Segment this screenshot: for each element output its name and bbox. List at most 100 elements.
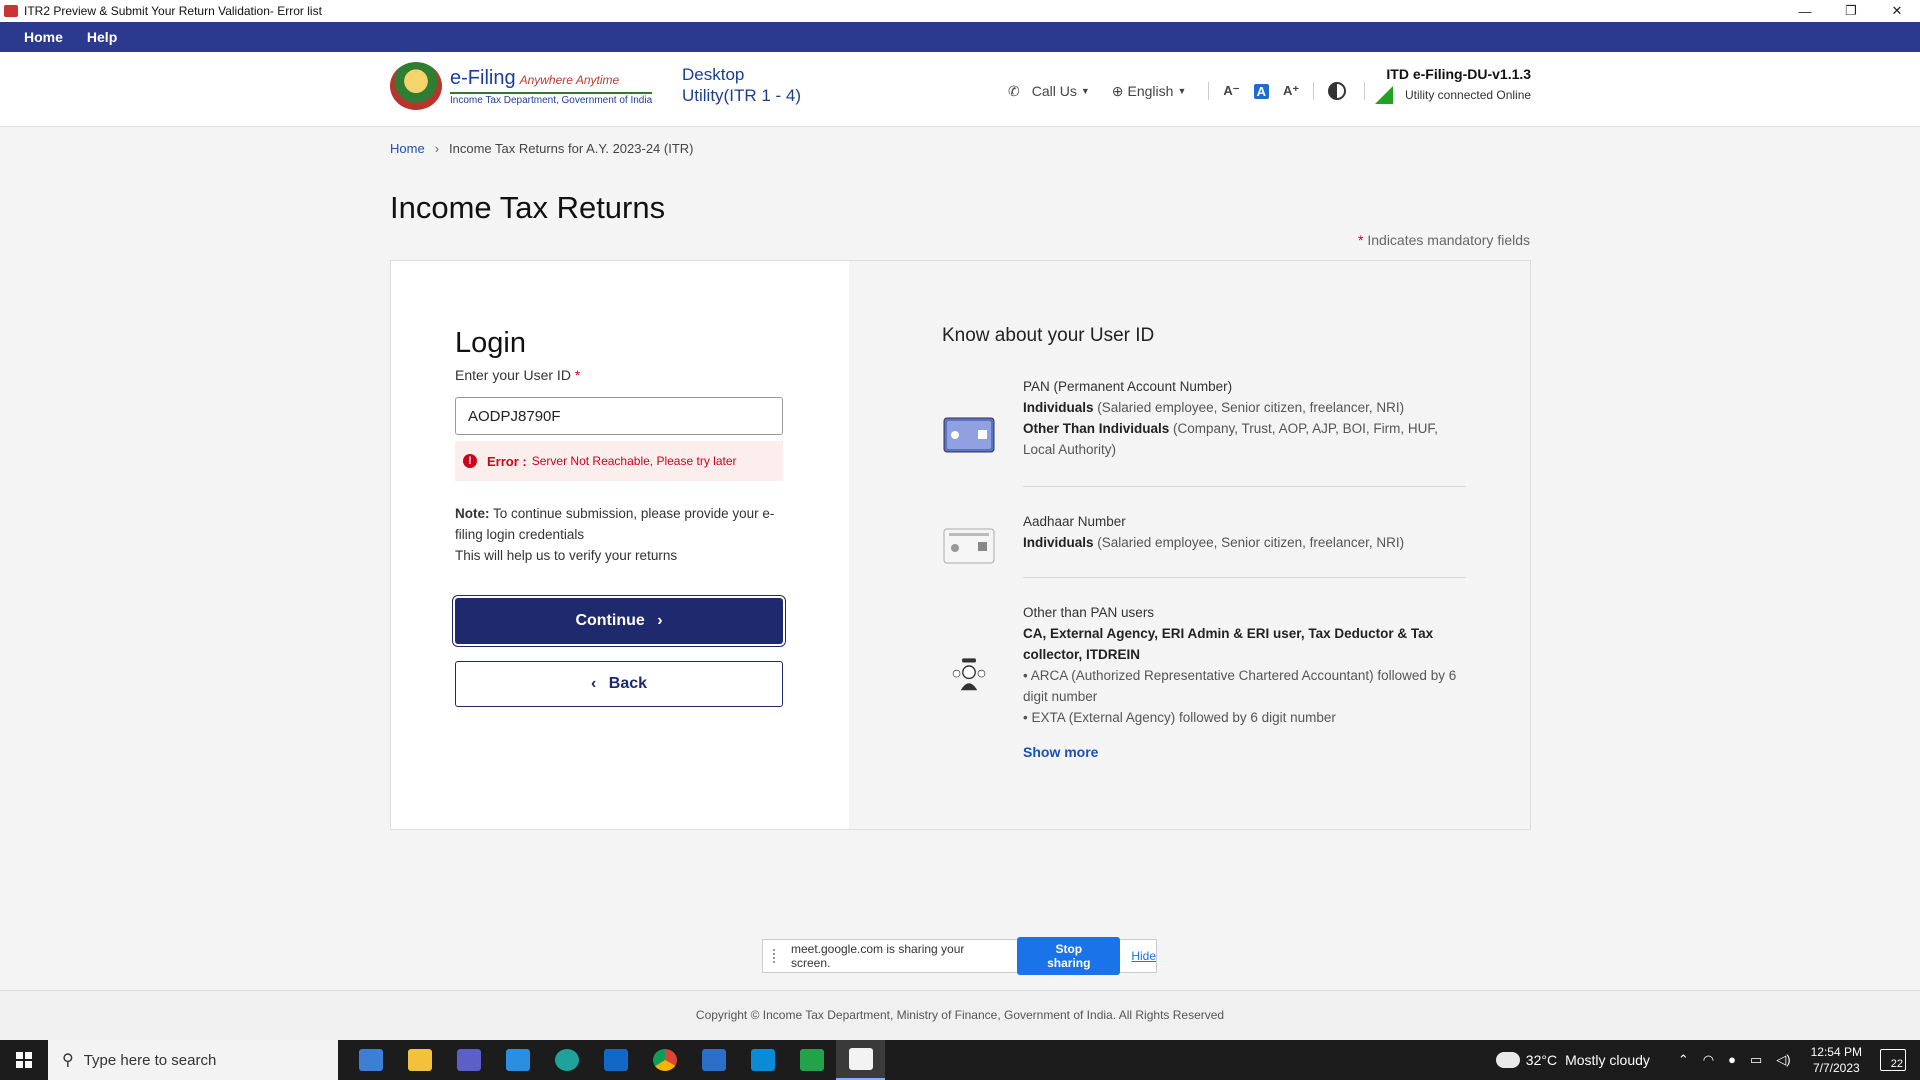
divider <box>1313 82 1315 100</box>
logo-subtitle: Income Tax Department, Government of Ind… <box>450 91 653 106</box>
start-button[interactable] <box>0 1040 48 1080</box>
weather-widget[interactable]: 32°C Mostly cloudy <box>1495 1052 1650 1068</box>
hide-link[interactable]: Hide <box>1131 949 1156 963</box>
stop-sharing-button[interactable]: Stop sharing <box>1017 937 1121 975</box>
login-panel: Login Enter your User ID * ! Error : Ser… <box>391 261 849 829</box>
font-normal-button[interactable]: A <box>1253 83 1269 99</box>
divider <box>1023 577 1466 578</box>
menu-help[interactable]: Help <box>87 29 117 45</box>
chevron-right-icon: › <box>434 141 440 156</box>
chevron-left-icon: ‹ <box>590 675 597 692</box>
login-card: Login Enter your User ID * ! Error : Ser… <box>390 260 1531 830</box>
site-header: e-Filing Anywhere Anytime Income Tax Depa… <box>0 52 1920 127</box>
notification-count: 22 <box>1890 1058 1903 1070</box>
chrome-icon[interactable] <box>640 1040 689 1080</box>
microphone-icon[interactable]: ● <box>1728 1052 1736 1068</box>
pan-line2-bold: Other Than Individuals <box>1023 421 1170 436</box>
other-line1-bold: CA, External Agency, ERI Admin & ERI use… <box>1023 626 1434 662</box>
media-app-icon[interactable] <box>787 1040 836 1080</box>
pan-info: PAN (Permanent Account Number) Individua… <box>1023 376 1463 460</box>
wifi-icon[interactable]: ◠ <box>1703 1052 1714 1068</box>
skype-icon[interactable] <box>738 1040 787 1080</box>
other-title: Other than PAN users <box>1023 605 1155 620</box>
taskbar-clock[interactable]: 12:54 PM 7/7/2023 <box>1811 1044 1862 1076</box>
breadcrumb: Home › Income Tax Returns for A.Y. 2023-… <box>390 141 694 156</box>
login-heading: Login <box>455 327 526 359</box>
contrast-toggle-icon[interactable] <box>1328 82 1347 100</box>
share-message: meet.google.com is sharing your screen. <box>790 942 965 970</box>
app-icon <box>4 5 18 17</box>
taskbar-search[interactable]: ⚲ Type here to search <box>48 1040 338 1080</box>
mandatory-note: * Indicates mandatory fields <box>1358 232 1530 248</box>
window-titlebar: ITR2 Preview & Submit Your Return Valida… <box>0 0 1920 22</box>
breadcrumb-home[interactable]: Home <box>390 141 425 156</box>
vscode-icon[interactable] <box>493 1040 542 1080</box>
volume-icon[interactable]: ◁) <box>1776 1052 1790 1068</box>
menubar: Home Help <box>0 22 1920 52</box>
font-decrease-button[interactable]: A⁻ <box>1223 83 1239 99</box>
page-title: Income Tax Returns <box>390 190 666 225</box>
continue-button[interactable]: Continue › <box>455 598 783 644</box>
security-icon[interactable] <box>689 1040 738 1080</box>
login-note: Note: To continue submission, please pro… <box>455 503 785 566</box>
version-label: ITD e-Filing-DU-v1.1.3 <box>1386 66 1532 82</box>
back-label: Back <box>608 675 648 692</box>
close-button[interactable]: ✕ <box>1874 0 1920 22</box>
pan-line1-rest: (Salaried employee, Senior citizen, free… <box>1097 400 1405 415</box>
error-icon: ! <box>463 454 477 468</box>
language-dropdown[interactable]: ⊕ English ▼ <box>1112 83 1187 100</box>
drag-handle-icon[interactable] <box>773 949 783 963</box>
aadhaar-line1-rest: (Salaried employee, Senior citizen, free… <box>1097 535 1405 550</box>
error-message: ! Error : Server Not Reachable, Please t… <box>455 441 783 481</box>
pan-line1-bold: Individuals <box>1023 400 1094 415</box>
note-text-2: This will help us to verify your returns <box>455 548 678 563</box>
emblem-icon <box>390 62 442 110</box>
phone-icon: ✆ <box>1008 82 1020 99</box>
restore-button[interactable]: ❐ <box>1828 0 1874 22</box>
aadhaar-title: Aadhaar Number <box>1023 514 1126 529</box>
taskbar-apps <box>346 1040 885 1080</box>
other-users-info: Other than PAN users CA, External Agency… <box>1023 602 1463 728</box>
call-us-dropdown[interactable]: ✆ Call Us ▼ <box>1008 83 1090 100</box>
menu-home[interactable]: Home <box>24 29 63 45</box>
store-app-icon[interactable] <box>346 1040 395 1080</box>
show-more-link[interactable]: Show more <box>1023 744 1098 760</box>
other-bullet-1: • ARCA (Authorized Representative Charte… <box>1023 668 1457 704</box>
back-button[interactable]: ‹ Back <box>455 661 783 707</box>
user-id-info-heading: Know about your User ID <box>942 325 1155 346</box>
error-text: Server Not Reachable, Please try later <box>531 454 737 468</box>
breadcrumb-current: Income Tax Returns for A.Y. 2023-24 (ITR… <box>449 141 694 156</box>
chevron-right-icon: › <box>657 612 663 629</box>
search-icon: ⚲ <box>62 1052 74 1069</box>
page-footer: Copyright © Income Tax Department, Minis… <box>0 990 1920 1041</box>
efiling-app-icon[interactable] <box>836 1040 885 1080</box>
chevron-down-icon: ▼ <box>1177 86 1187 96</box>
pan-card-icon <box>943 417 995 453</box>
edge-icon[interactable] <box>542 1040 591 1080</box>
user-id-input[interactable] <box>455 397 783 435</box>
note-text: To continue submission, please provide y… <box>455 506 775 542</box>
user-id-label-text: Enter your User ID <box>455 367 571 383</box>
teams-icon[interactable] <box>444 1040 493 1080</box>
font-increase-button[interactable]: A⁺ <box>1283 83 1299 99</box>
windows-taskbar: ⚲ Type here to search 32°C Mostly cloudy… <box>0 1040 1920 1080</box>
aadhaar-line1-bold: Individuals <box>1023 535 1094 550</box>
minimize-button[interactable]: — <box>1782 0 1828 22</box>
notification-icon[interactable]: 22 <box>1880 1049 1906 1071</box>
note-label: Note: <box>455 506 490 521</box>
required-star: * <box>1358 232 1364 248</box>
divider <box>1364 82 1366 100</box>
chevron-down-icon: ▼ <box>1080 86 1090 96</box>
system-tray: 32°C Mostly cloudy ⌃ ◠ ● ▭ ◁) 12:54 PM 7… <box>1495 1040 1920 1080</box>
language-label: English <box>1127 83 1174 99</box>
window-title: ITR2 Preview & Submit Your Return Valida… <box>24 4 322 18</box>
battery-icon[interactable]: ▭ <box>1750 1052 1762 1068</box>
chevron-up-icon[interactable]: ⌃ <box>1678 1052 1689 1068</box>
screen-share-bar: meet.google.com is sharing your screen. … <box>762 937 1157 975</box>
outlook-icon[interactable] <box>591 1040 640 1080</box>
file-explorer-icon[interactable] <box>395 1040 444 1080</box>
window-controls: — ❐ ✕ <box>1782 0 1920 22</box>
signal-icon <box>1375 86 1393 104</box>
header-tools: ✆ Call Us ▼ ⊕ English ▼ A⁻ A A⁺ <box>1008 82 1379 100</box>
globe-icon: ⊕ <box>1111 82 1124 99</box>
